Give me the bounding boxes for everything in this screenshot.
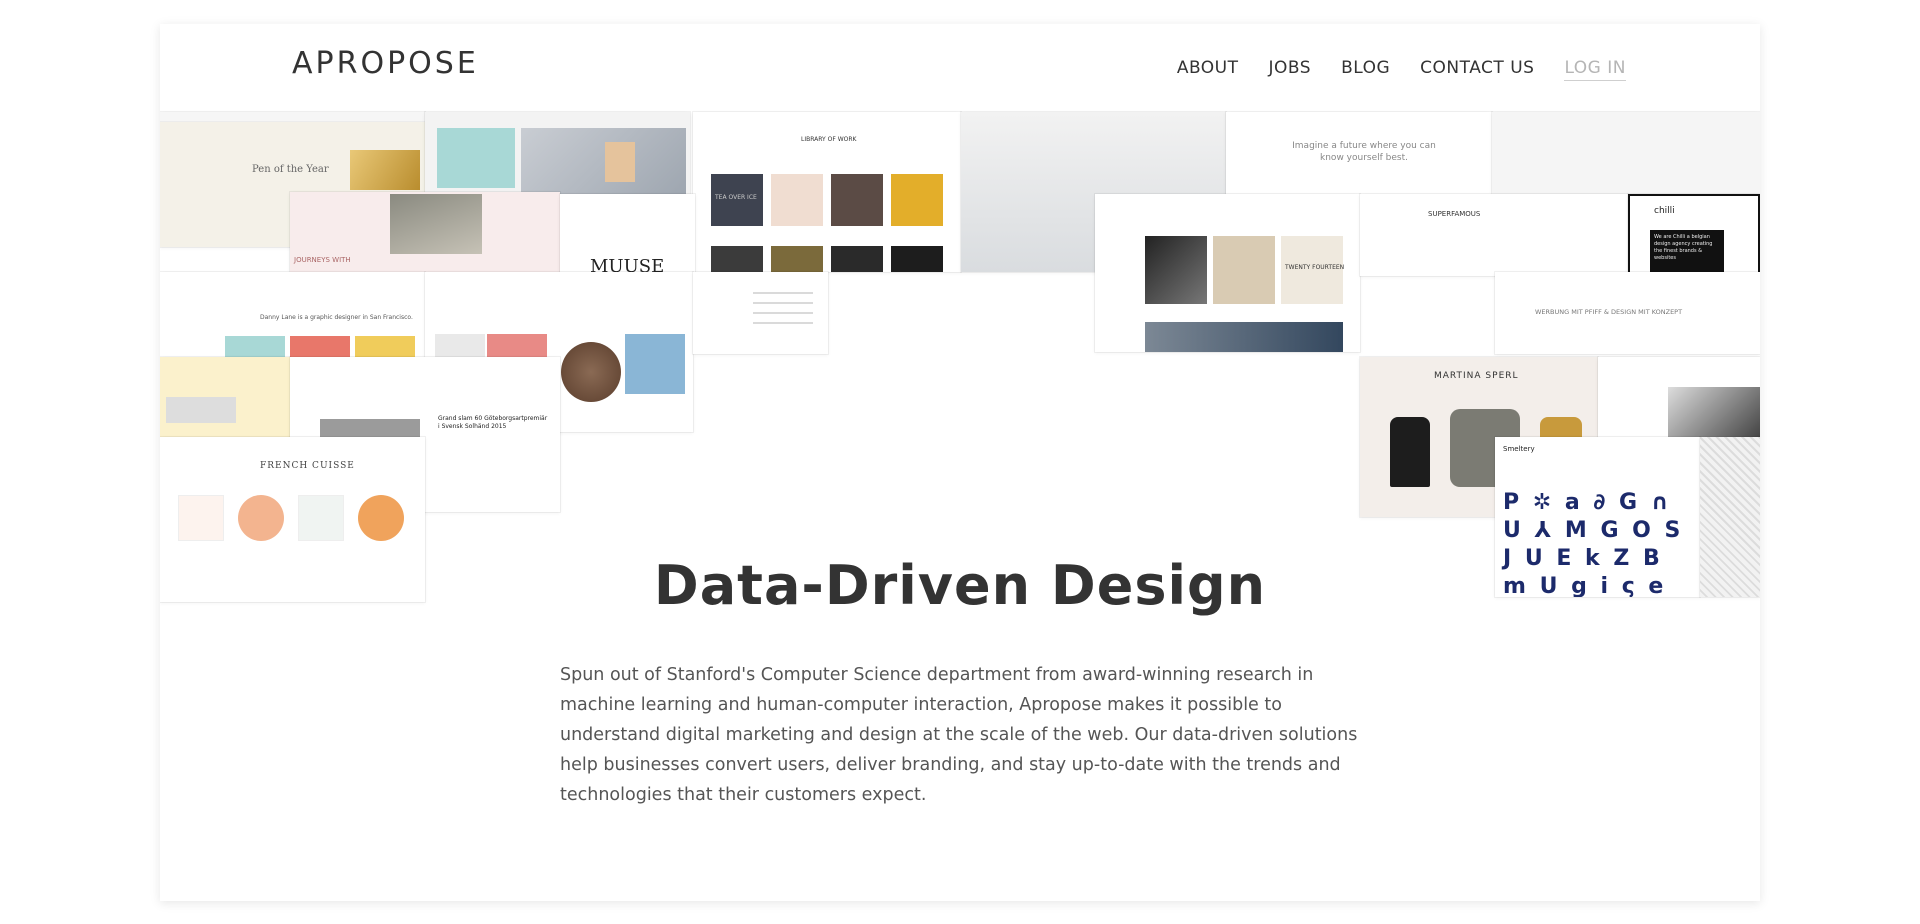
art-bottom (1145, 322, 1343, 352)
newsprint-line (753, 312, 813, 314)
collage-shot-yellow (160, 357, 290, 437)
journeys-text: JOURNEYS WITH (294, 256, 351, 264)
tile-geometric (771, 174, 823, 226)
dish-2 (238, 495, 284, 541)
tile-dark-2 (771, 246, 823, 272)
tile-dark-1 (711, 246, 763, 272)
art-print-2 (1213, 236, 1275, 304)
dish-4 (358, 495, 404, 541)
page-headline: Data-Driven Design (653, 554, 1267, 617)
newsprint-line (753, 322, 813, 324)
collage-shot-imagine: Imagine a future where you can know your… (1226, 112, 1492, 194)
collage-shot-stationery (425, 112, 690, 194)
nav-jobs[interactable]: JOBS (1269, 58, 1312, 81)
newsprint-line (753, 302, 813, 304)
portfolio-image (1668, 387, 1760, 437)
pen-gold-image (350, 150, 420, 190)
mint-card-image (437, 128, 515, 188)
nav-contact-us[interactable]: CONTACT US (1420, 58, 1534, 81)
collage-shot-minimal (1492, 112, 1760, 194)
newsprint-line (753, 292, 813, 294)
chilli-tagline: We are Chilli a belgian design agency cr… (1654, 234, 1713, 261)
shot-bar (160, 112, 425, 122)
library-title: LIBRARY OF WORK (801, 136, 857, 143)
page-card: APROPOSE ABOUT JOBS BLOG CONTACT US LOG … (160, 24, 1760, 901)
martina-title: MARTINA SPERL (1434, 371, 1519, 381)
tile-sun (891, 174, 943, 226)
smeltery-title: Smeltery (1503, 445, 1535, 453)
collage-shot-twenty: TWENTY FOURTEEN (1095, 194, 1360, 352)
dish-1 (178, 495, 224, 541)
werbung-text: WERBUNG MIT PFIFF & DESIGN MIT KONZEPT (1535, 308, 1683, 316)
french-title: FRENCH CUISSE (260, 461, 355, 471)
street-photo (390, 194, 482, 254)
nav-about[interactable]: ABOUT (1177, 58, 1239, 81)
collage-shot-portfolio (1598, 357, 1760, 437)
grand-slam-text: Grand slam 60 Göteborgsartpremiär i Sven… (438, 415, 548, 430)
nav-blog[interactable]: BLOG (1341, 58, 1390, 81)
intro-paragraph: Spun out of Stanford's Computer Science … (560, 665, 1358, 805)
imagine-text: Imagine a future where you can know your… (1292, 141, 1436, 163)
chair-black (1390, 417, 1430, 487)
card-accent (605, 142, 635, 182)
website-collage: Pen of the Year LIBRARY OF WORK TEA OVER… (160, 112, 1760, 622)
collage-shot-designer: Danny Lane is a graphic designer in San … (160, 272, 425, 362)
grid-photo (166, 397, 236, 423)
art-print-1 (1145, 236, 1207, 304)
designer-text: Danny Lane is a graphic designer in San … (260, 314, 413, 321)
tile-dark-3 (831, 246, 883, 272)
collage-shot-chilli: chilli We are Chilli a belgian design ag… (1628, 194, 1760, 276)
main-nav: ABOUT JOBS BLOG CONTACT US LOG IN (1177, 58, 1626, 81)
bowl-image (561, 342, 621, 402)
collage-shot-newspaper (693, 272, 828, 354)
bag-blue (625, 334, 685, 394)
superfamous-text: SUPERFAMOUS (1428, 210, 1481, 218)
collage-shot-friendship: WERBUNG MIT PFIFF & DESIGN MIT KONZEPT (1495, 272, 1760, 354)
tile-tea-label: TEA OVER ICE (715, 194, 757, 201)
apropose-logo[interactable]: APROPOSE (292, 46, 479, 81)
collage-shot-journeys: JOURNEYS WITH (290, 192, 560, 272)
tile-dark-4 (891, 246, 943, 272)
twenty-text: TWENTY FOURTEEN (1285, 264, 1345, 271)
gray-cards-image (521, 128, 686, 194)
pen-title-text: Pen of the Year (252, 164, 329, 175)
collage-shot-library: LIBRARY OF WORK TEA OVER ICE (693, 112, 961, 272)
collage-shot-muuse: MUUSE (560, 194, 695, 274)
dish-3 (298, 495, 344, 541)
chilli-title: chilli (1654, 206, 1675, 216)
tile-brown (831, 174, 883, 226)
nav-log-in[interactable]: LOG IN (1564, 58, 1626, 81)
collage-shot-superfamous: SUPERFAMOUS (1360, 194, 1628, 276)
